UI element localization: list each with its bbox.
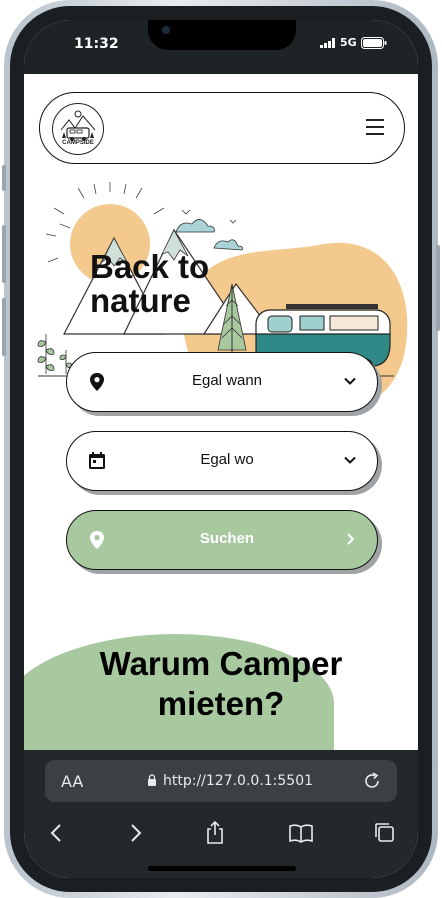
bookmarks-icon[interactable] [288, 820, 314, 846]
volume-up-button [2, 225, 6, 283]
browser-nav-bar [24, 816, 418, 850]
network-label: 5G [340, 36, 357, 49]
web-content: CAMPSIDE Back to nature Egal wann Egal w… [24, 74, 418, 750]
url-text: http://127.0.0.1:5501 [163, 773, 314, 789]
fern-icon [37, 334, 73, 374]
campside-logo[interactable]: CAMPSIDE [52, 103, 104, 155]
battery-icon [360, 36, 387, 49]
status-bar: 11:32 5G [24, 20, 418, 74]
tabs-icon[interactable] [372, 820, 398, 846]
phone-mockup: 11:32 5G CAMPSIDE Back to nature Egal wa… [0, 0, 442, 898]
hamburger-menu-icon[interactable] [366, 119, 384, 135]
site-navbar: CAMPSIDE [39, 92, 405, 164]
home-indicator [148, 866, 296, 871]
signal-icon [320, 37, 335, 48]
share-icon[interactable] [202, 820, 228, 846]
status-indicators: 5G [320, 36, 387, 49]
address-bar[interactable]: AA http://127.0.0.1:5501 [45, 760, 397, 802]
back-icon[interactable] [44, 820, 70, 846]
hero-title: Back to nature [90, 248, 210, 319]
text-size-button[interactable]: AA [61, 772, 83, 791]
search-button-label: Suchen [199, 530, 255, 547]
reload-icon[interactable] [361, 770, 383, 792]
lock-icon [148, 774, 156, 786]
screen: 11:32 5G CAMPSIDE Back to nature Egal wa… [24, 20, 418, 878]
notch [148, 20, 296, 50]
date-select-label: Egal wann [191, 372, 263, 389]
mute-switch [2, 165, 6, 191]
front-camera-icon [162, 26, 170, 34]
calendar-icon [89, 452, 105, 469]
chevron-right-icon [347, 533, 355, 545]
date-select[interactable]: Egal wann [66, 352, 378, 412]
status-time: 11:32 [74, 36, 119, 52]
chevron-down-icon [344, 456, 356, 464]
logo-text: CAMPSIDE [62, 140, 94, 146]
volume-down-button [2, 298, 6, 356]
logo-van-icon [60, 110, 96, 141]
browser-toolbar: AA http://127.0.0.1:5501 [24, 750, 418, 878]
search-button[interactable]: Suchen [66, 510, 378, 570]
section-title: Warum Camper mieten? [99, 645, 343, 722]
location-pin-icon [90, 531, 104, 549]
power-button [436, 245, 440, 331]
location-pin-icon [90, 373, 104, 391]
chevron-down-icon [344, 377, 356, 385]
forward-icon[interactable] [122, 820, 148, 846]
cloud-icon [175, 219, 243, 251]
location-select-label: Egal wo [200, 451, 254, 468]
location-select[interactable]: Egal wo [66, 431, 378, 491]
